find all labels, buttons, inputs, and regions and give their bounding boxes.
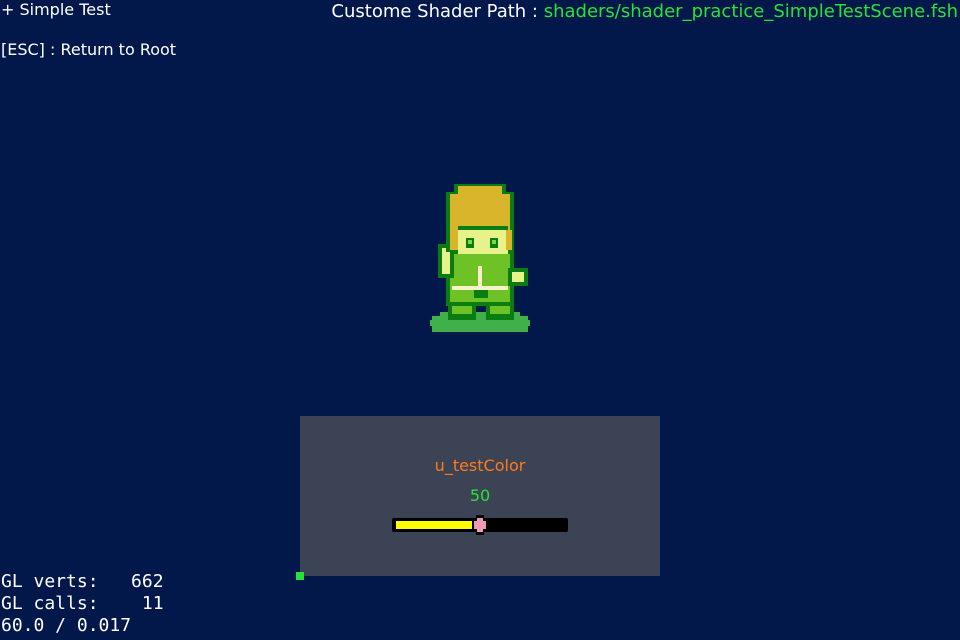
uniform-name-label: u_testColor: [434, 456, 526, 475]
uniform-control-panel: u_testColor 50: [300, 416, 660, 576]
slider-thumb-handle[interactable]: [472, 515, 488, 535]
anchor-marker: [296, 572, 304, 580]
test-color-slider[interactable]: [392, 515, 568, 535]
gl-verts-stat: GL verts: 662: [1, 571, 164, 592]
shader-path-label: Custome Shader Path :: [331, 1, 544, 22]
shader-path-value: shaders/shader_practice_SimpleTestScene.…: [543, 1, 958, 22]
slider-fill: [396, 521, 480, 529]
fps-stat: 60.0 / 0.017: [1, 615, 132, 636]
scene-title: + Simple Test: [1, 0, 111, 19]
uniform-value-label: 50: [469, 486, 491, 505]
game-canvas[interactable]: + Simple Test [ESC] : Return to Root Cus…: [0, 0, 960, 640]
shader-path-readout: Custome Shader Path : shaders/shader_pra…: [331, 1, 958, 23]
character-sprite: [430, 184, 530, 332]
return-to-root-hint: [ESC] : Return to Root: [1, 40, 177, 59]
gl-calls-stat: GL calls: 11: [1, 593, 164, 614]
gl-stats-overlay: GL verts: 662 GL calls: 11 60.0 / 0.017: [1, 571, 164, 637]
